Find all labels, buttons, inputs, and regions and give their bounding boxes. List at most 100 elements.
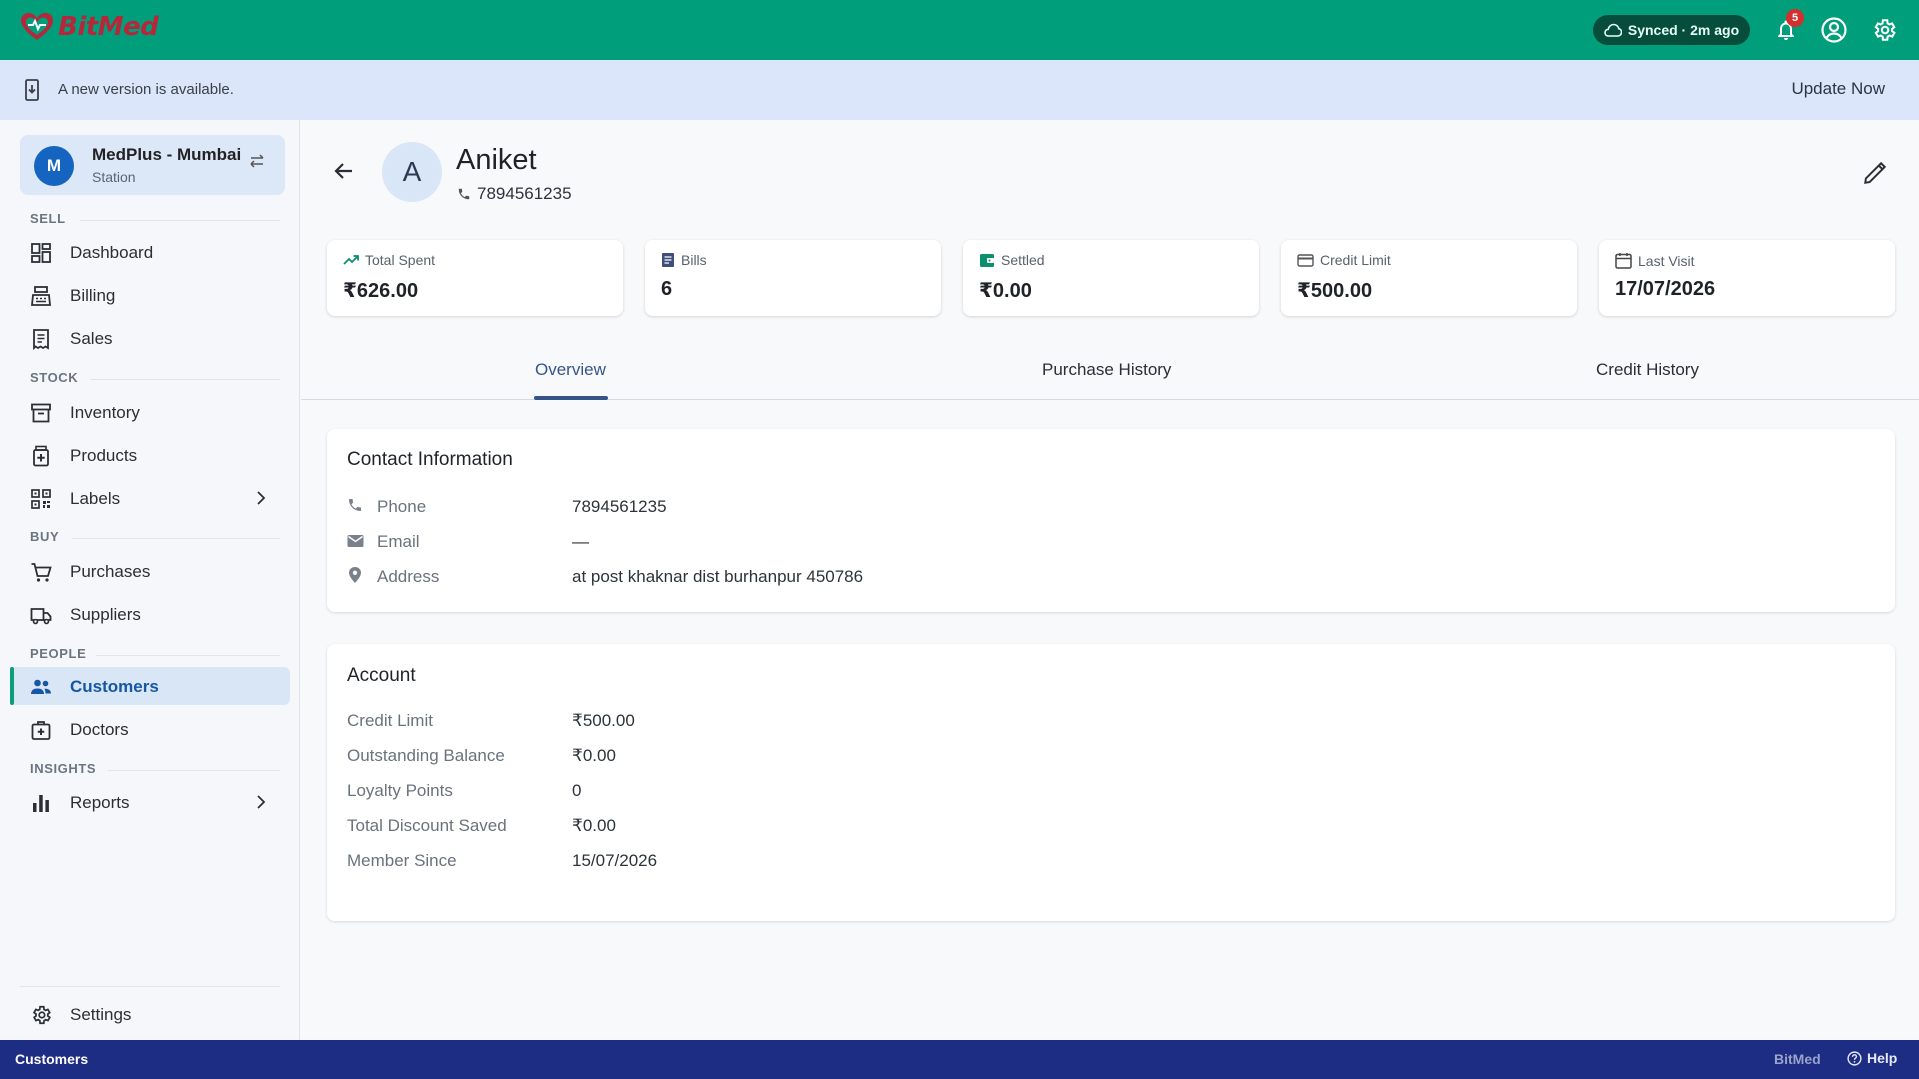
medical-bag-icon bbox=[31, 721, 51, 740]
inventory-box-icon bbox=[31, 403, 51, 423]
account-card-title: Account bbox=[347, 665, 416, 686]
tab-purchase-history[interactable]: Purchase History bbox=[1042, 360, 1171, 380]
stat-label-text: Credit Limit bbox=[1320, 252, 1391, 268]
settings-button[interactable] bbox=[1868, 14, 1900, 46]
stat-label: Total Spent bbox=[343, 252, 435, 268]
back-button[interactable] bbox=[331, 158, 357, 184]
sidebar-item-settings[interactable]: Settings bbox=[10, 995, 290, 1033]
calendar-icon bbox=[1615, 253, 1632, 269]
update-now-button[interactable]: Update Now bbox=[1791, 79, 1885, 99]
active-tab-indicator bbox=[534, 396, 608, 400]
contact-card-title: Contact Information bbox=[347, 449, 513, 470]
phone-icon bbox=[349, 499, 361, 511]
wallet-icon bbox=[980, 253, 994, 267]
sidebar-item-label: Billing bbox=[70, 286, 116, 305]
stat-label: Bills bbox=[661, 252, 707, 268]
customer-detail-main: A Aniket 7894561235 Total Spent ₹626.00 … bbox=[301, 120, 1919, 1040]
section-divider bbox=[108, 770, 280, 771]
sidebar-item-labels[interactable]: Labels bbox=[10, 479, 290, 517]
sidebar-item-label: Reports bbox=[70, 793, 130, 812]
sync-status-text: Synced · 2m ago bbox=[1627, 22, 1740, 38]
credit-limit-label: Credit Limit bbox=[347, 711, 433, 730]
sidebar-item-products[interactable]: Products bbox=[10, 436, 290, 474]
app-logo[interactable]: BitMed bbox=[20, 12, 159, 42]
cash-register-icon bbox=[31, 286, 51, 306]
account-button[interactable] bbox=[1818, 14, 1850, 46]
member-since-label: Member Since bbox=[347, 851, 457, 870]
section-divider bbox=[90, 379, 280, 380]
stat-label-text: Total Spent bbox=[365, 252, 436, 268]
customer-phone-text: 7894561235 bbox=[477, 184, 572, 203]
sidebar-item-doctors[interactable]: Doctors bbox=[10, 710, 290, 748]
tab-credit-history[interactable]: Credit History bbox=[1596, 360, 1699, 380]
store-switcher[interactable]: M MedPlus - Mumbai Station bbox=[20, 135, 285, 195]
heart-logo-icon bbox=[21, 13, 53, 40]
help-button[interactable]: Help bbox=[1847, 1050, 1897, 1066]
sidebar-item-label: Inventory bbox=[70, 403, 140, 422]
pencil-icon bbox=[1864, 161, 1887, 184]
section-label-stock: STOCK bbox=[30, 370, 79, 385]
phone-icon bbox=[458, 188, 470, 200]
sidebar-item-reports[interactable]: Reports bbox=[10, 783, 290, 821]
gear-icon bbox=[32, 1005, 51, 1025]
location-pin-icon bbox=[349, 567, 361, 583]
sidebar-item-sales[interactable]: Sales bbox=[10, 319, 290, 357]
stat-card-credit-limit: Credit Limit ₹500.00 bbox=[1281, 240, 1577, 316]
sync-status-badge[interactable]: Synced · 2m ago bbox=[1593, 15, 1750, 45]
section-label-buy: BUY bbox=[30, 529, 60, 544]
store-subtitle: Station bbox=[92, 169, 136, 185]
arrow-back-icon bbox=[334, 163, 352, 179]
sidebar-item-customers[interactable]: Customers bbox=[10, 667, 290, 705]
sidebar-item-label: Labels bbox=[70, 489, 121, 508]
sidebar-item-suppliers[interactable]: Suppliers bbox=[10, 595, 290, 633]
status-footer: Customers BitMed Help bbox=[0, 1040, 1919, 1079]
cloud-done-icon bbox=[1604, 23, 1622, 37]
swap-icon bbox=[250, 154, 264, 168]
help-circle-icon bbox=[1847, 1050, 1862, 1066]
email-value: — bbox=[572, 532, 589, 551]
section-label-insights: INSIGHTS bbox=[30, 761, 97, 776]
system-update-icon bbox=[25, 79, 39, 101]
account-circle-icon bbox=[1821, 17, 1847, 43]
receipt-icon bbox=[33, 329, 49, 350]
email-icon bbox=[347, 535, 364, 547]
edit-customer-button[interactable] bbox=[1862, 160, 1888, 186]
sidebar-item-dashboard[interactable]: Dashboard bbox=[10, 233, 290, 271]
loyalty-points-value: 0 bbox=[572, 781, 582, 800]
dashboard-icon bbox=[31, 243, 51, 263]
sidebar-item-billing[interactable]: Billing bbox=[10, 276, 290, 314]
section-label-sell: SELL bbox=[30, 211, 66, 226]
account-card: Account Credit Limit ₹500.00 Outstanding… bbox=[327, 644, 1895, 921]
section-divider bbox=[96, 655, 280, 656]
sidebar-item-label: Products bbox=[70, 446, 138, 465]
phone-value: 7894561235 bbox=[572, 497, 667, 516]
stat-label-text: Bills bbox=[681, 252, 707, 268]
bar-chart-icon bbox=[33, 795, 49, 812]
trending-up-icon bbox=[343, 255, 359, 265]
stat-card-bills: Bills 6 bbox=[645, 240, 941, 316]
settings-divider bbox=[20, 986, 280, 987]
chevron-right-icon bbox=[257, 491, 266, 505]
notifications-button[interactable]: 5 bbox=[1770, 9, 1804, 46]
stat-label: Credit Limit bbox=[1297, 252, 1391, 268]
tab-overview[interactable]: Overview bbox=[535, 360, 606, 380]
sidebar-item-purchases[interactable]: Purchases bbox=[10, 552, 290, 590]
outstanding-balance-value: ₹0.00 bbox=[572, 746, 616, 765]
medicine-bottle-icon bbox=[33, 445, 49, 467]
stat-card-total-spent: Total Spent ₹626.00 bbox=[327, 240, 623, 316]
section-divider bbox=[72, 538, 280, 539]
update-message: A new version is available. bbox=[58, 81, 234, 98]
sidebar-item-inventory[interactable]: Inventory bbox=[10, 393, 290, 431]
qr-code-icon bbox=[31, 489, 51, 509]
total-discount-saved-value: ₹0.00 bbox=[572, 816, 616, 835]
help-label: Help bbox=[1867, 1050, 1898, 1066]
total-discount-saved-label: Total Discount Saved bbox=[347, 816, 507, 835]
customer-tabs: Overview Purchase History Credit History bbox=[301, 346, 1919, 400]
gear-icon bbox=[1874, 19, 1896, 41]
stat-label: Settled bbox=[979, 252, 1045, 268]
loyalty-points-label: Loyalty Points bbox=[347, 781, 453, 800]
stat-value: ₹0.00 bbox=[979, 280, 1032, 302]
customer-avatar: A bbox=[382, 142, 442, 202]
outstanding-balance-label: Outstanding Balance bbox=[347, 746, 505, 765]
stat-label-text: Settled bbox=[1001, 252, 1045, 268]
